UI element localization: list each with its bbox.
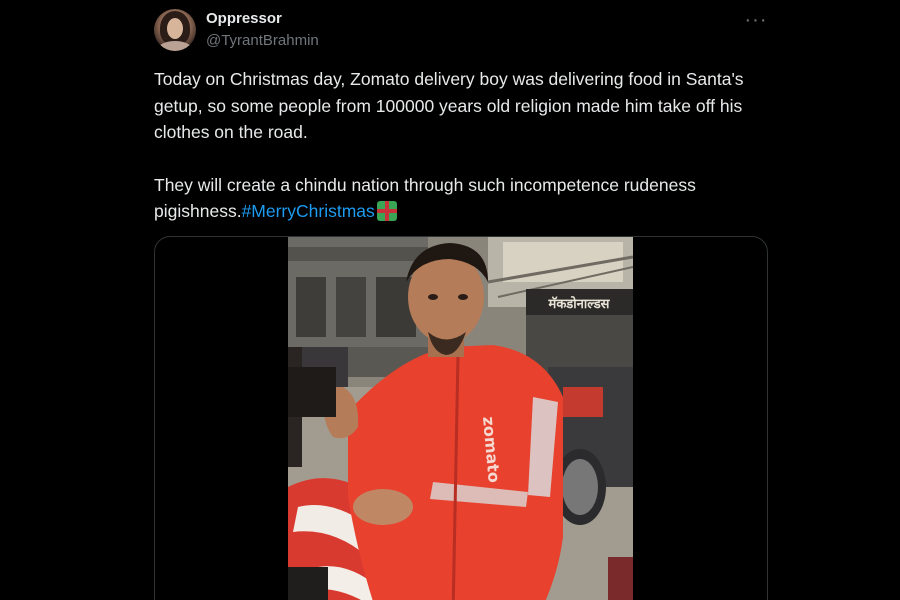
avatar-face <box>167 18 183 39</box>
display-name[interactable]: Oppressor <box>206 10 282 27</box>
avatar[interactable] <box>154 9 196 51</box>
tweet-text: Today on Christmas day, Zomato delivery … <box>154 66 764 225</box>
video-player[interactable]: मॅकडोनाल्डस zomato <box>288 237 633 600</box>
tweet-paragraph-2: They will create a chindu nation through… <box>154 172 764 225</box>
tweet-paragraph-2-text: They will create a chindu nation through… <box>154 174 696 222</box>
video-frame: मॅकडोनाल्डस zomato <box>288 237 633 600</box>
hashtag-link[interactable]: #MerryChristmas <box>242 201 375 221</box>
user-handle[interactable]: @TyrantBrahmin <box>206 32 319 49</box>
more-options-button[interactable]: ··· <box>740 6 772 34</box>
more-icon: ··· <box>744 8 768 31</box>
avatar-shoulders <box>158 41 192 51</box>
shop-sign-text: मॅकडोनाल्डस <box>548 296 611 312</box>
tweet-card: Oppressor @TyrantBrahmin ··· Today on Ch… <box>0 0 900 600</box>
wrapped-gift-icon <box>376 201 397 221</box>
media-container: मॅकडोनाल्डस zomato <box>154 236 768 600</box>
tweet-paragraph-1: Today on Christmas day, Zomato delivery … <box>154 69 744 142</box>
